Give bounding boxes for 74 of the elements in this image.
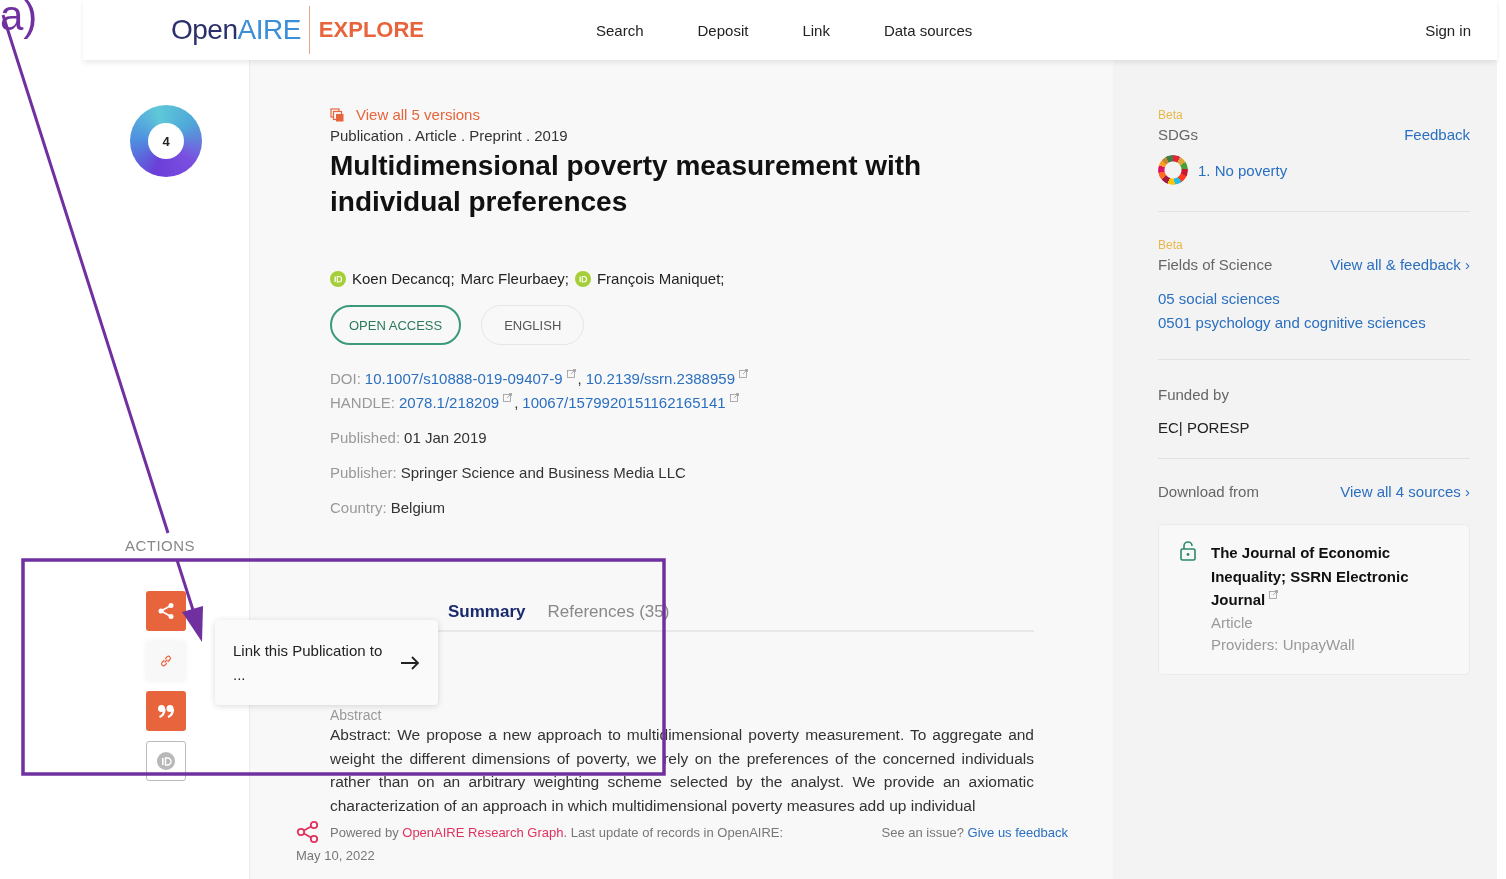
link-icon — [159, 654, 173, 668]
orcid-icon — [156, 751, 176, 771]
explore-label: EXPLORE — [318, 17, 424, 43]
source-title-link[interactable]: The Journal of Economic Inequality; SSRN Electronic Journal — [1211, 541, 1431, 612]
share-icon — [296, 820, 320, 844]
sign-in-link[interactable]: Sign in — [1425, 21, 1471, 39]
identifier-link[interactable]: 10067/1579920151162165141 — [522, 391, 726, 415]
versions-link[interactable]: View all 5 versions — [356, 106, 480, 123]
author-link[interactable]: Marc Fleurbaey; — [460, 270, 569, 287]
update-date: May 10, 2022 — [296, 848, 376, 863]
link-popup[interactable]: Link this Publication to ... — [215, 620, 438, 705]
source-type: Article — [1211, 612, 1254, 633]
right-arrow-icon — [400, 655, 420, 670]
section-title: SDGs — [1158, 126, 1198, 143]
external-link-icon — [503, 393, 513, 402]
nav-link[interactable]: Data sources — [883, 21, 973, 39]
give-feedback-link[interactable]: Give us feedback — [967, 824, 1068, 840]
share-button[interactable] — [146, 591, 186, 631]
field-of-science-link[interactable]: 05 social sciences — [1158, 287, 1280, 311]
external-link-icon — [729, 393, 739, 402]
nav-link[interactable]: Search — [596, 21, 644, 39]
orcid-button[interactable] — [146, 741, 186, 781]
source-providers: Providers: UnpayWall — [1211, 634, 1356, 655]
versions-icon — [330, 107, 344, 122]
orcid-icon[interactable] — [330, 270, 346, 287]
share-icon — [157, 602, 175, 620]
cite-button[interactable] — [146, 691, 186, 731]
popup-text: Link this Publication to ... — [233, 640, 383, 685]
field-value: Springer Science and Business Media LLC — [400, 464, 686, 481]
feedback-link[interactable]: Feedback — [1404, 126, 1470, 143]
funder-name: EC| PORESP — [1158, 419, 1251, 436]
last-update-text: . Last update of records in OpenAIRE: — [563, 824, 784, 840]
separator-comma: , — [514, 393, 519, 413]
selected-tab[interactable]: Summary — [448, 602, 526, 630]
publication-type: Publication . Article . Preprint . 2019 — [330, 127, 569, 144]
access-badge: OPEN ACCESS — [330, 305, 462, 345]
author-link[interactable]: François Maniquet; — [596, 270, 725, 287]
unlocked-padlock-icon — [1179, 541, 1197, 561]
openaire-logo[interactable]: OpenAIRE — [171, 6, 310, 54]
field-label: Publisher: — [330, 464, 397, 481]
field-of-science-link[interactable]: 0501 psychology and cognitive sciences — [1158, 311, 1426, 335]
field-value: Belgium — [390, 499, 445, 516]
field-label: Published: — [330, 429, 401, 446]
separator-comma: , — [577, 369, 582, 389]
external-link-icon — [1269, 590, 1279, 599]
author-link[interactable]: Koen Decancq; — [352, 270, 455, 287]
field-label: Country: — [330, 499, 387, 516]
field-value: 01 Jan 2019 — [404, 429, 487, 446]
identifier-label: DOI: — [330, 369, 361, 389]
powered-by-text: Powered by — [330, 824, 399, 840]
sdg-link[interactable]: 1. No poverty — [1198, 161, 1288, 179]
nav-link[interactable]: Link — [802, 21, 830, 39]
abstract-heading: Abstract — [330, 707, 383, 723]
view-sources-link[interactable]: View all 4 sources › — [1340, 483, 1470, 500]
identifier-link[interactable]: 10.2139/ssrn.2388959 — [585, 367, 735, 391]
nav-link[interactable]: Deposit — [697, 21, 749, 39]
section-title: Download from — [1158, 483, 1259, 500]
altmetric-score[interactable]: 4 — [130, 105, 202, 177]
identifier-link[interactable]: 10.1007/s10888-019-09407-9 — [364, 367, 563, 391]
external-link-icon — [739, 369, 748, 378]
orcid-icon[interactable] — [574, 270, 591, 287]
publication-title: Multidimensional poverty measurement with individual preferences — [330, 149, 923, 219]
section-title: Fields of Science — [1158, 256, 1273, 273]
actions-heading: ACTIONS — [124, 537, 196, 554]
identifier-label: HANDLE: — [330, 393, 396, 413]
beta-label: Beta — [1158, 238, 1184, 252]
view-all-link[interactable]: View all & feedback › — [1330, 256, 1470, 273]
identifier-link[interactable]: 2078.1/218209 — [399, 391, 500, 415]
section-title: Funded by — [1158, 386, 1230, 403]
quote-icon — [157, 704, 175, 718]
beta-label: Beta — [1158, 108, 1184, 122]
issue-text: See an issue? — [881, 824, 964, 840]
sdg-wheel-icon — [1158, 155, 1188, 185]
external-link-icon — [566, 369, 576, 378]
